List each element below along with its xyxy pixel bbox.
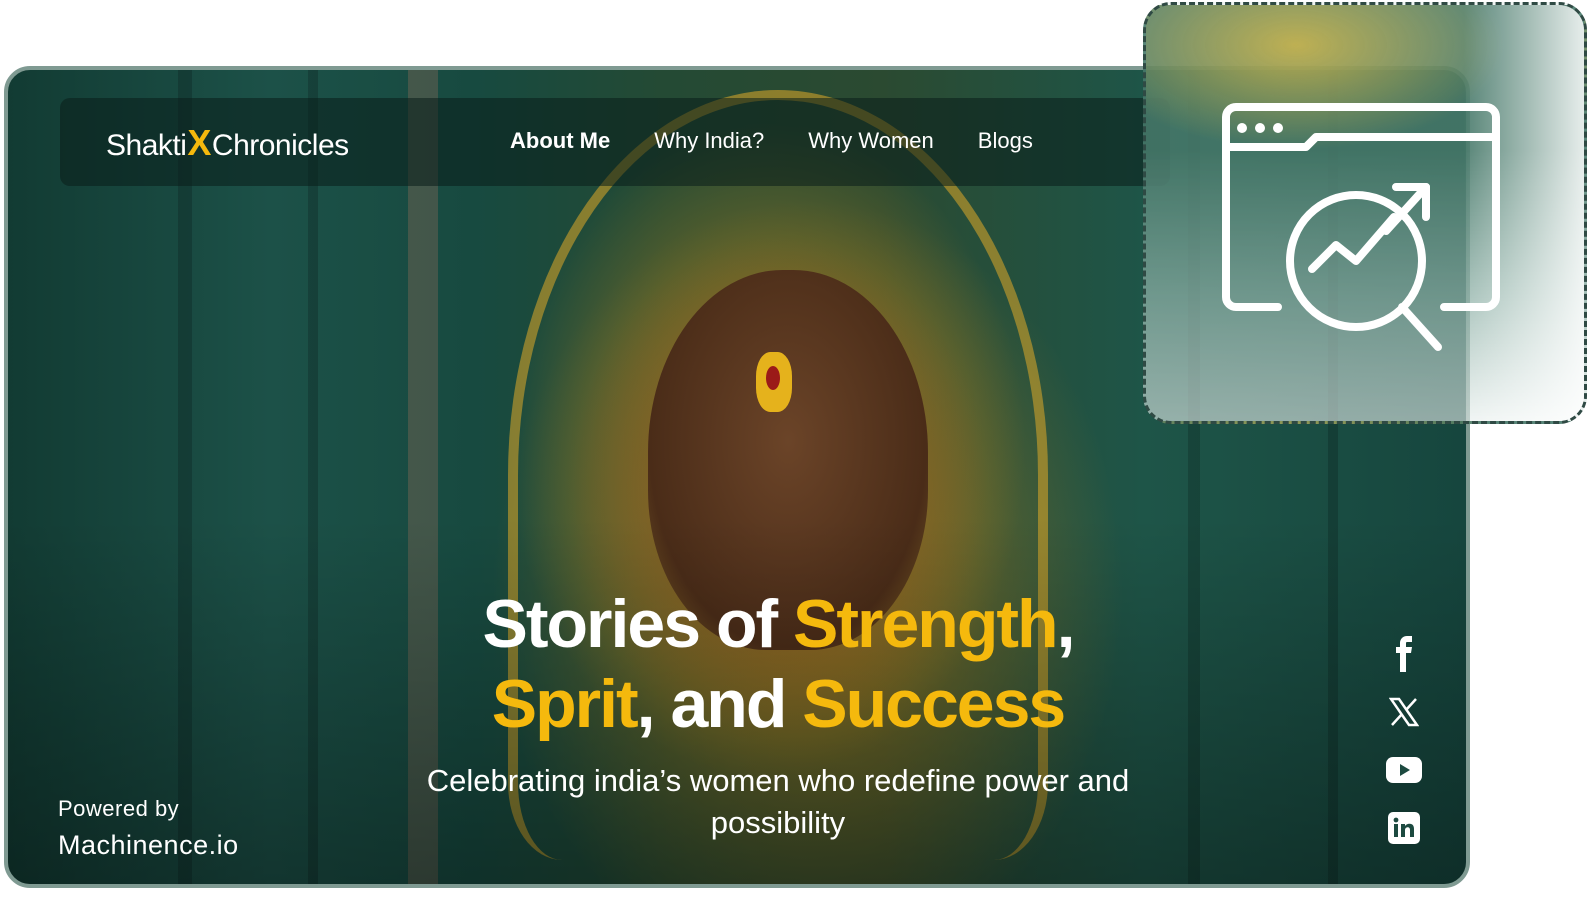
social-links xyxy=(1386,636,1422,868)
browser-analytics-search-icon xyxy=(1222,103,1500,351)
hero-title-accent-success: Success xyxy=(802,666,1066,742)
logo-x-mark: X xyxy=(187,122,211,163)
hero-title-white-1: Stories of xyxy=(482,586,794,662)
nav-about-me[interactable]: About Me xyxy=(510,128,610,154)
facebook-icon[interactable] xyxy=(1386,636,1422,672)
linkedin-icon[interactable] xyxy=(1386,810,1422,846)
nav-why-india[interactable]: Why India? xyxy=(654,128,764,154)
youtube-icon[interactable] xyxy=(1386,752,1422,788)
powered-by-brand[interactable]: Machinence.io xyxy=(58,830,239,861)
analytics-feature-panel xyxy=(1143,2,1587,424)
logo-text-left: Shakti xyxy=(106,129,187,162)
hero-title-white-2: , and xyxy=(636,666,803,742)
site-logo[interactable]: ShaktiXChronicles xyxy=(106,122,349,164)
hero-title-line-1: Stories of Strength, xyxy=(298,584,1258,664)
nav-why-women[interactable]: Why Women xyxy=(808,128,934,154)
nav-links: About Me Why India? Why Women Blogs xyxy=(510,128,1033,154)
powered-by-label: Powered by xyxy=(58,796,180,821)
top-navbar: ShaktiXChronicles About Me Why India? Wh… xyxy=(60,98,1170,186)
hero-title-comma: , xyxy=(1056,586,1076,662)
hero-title: Stories of Strength, Sprit, and Success xyxy=(298,584,1258,744)
logo-text-right: Chronicles xyxy=(211,129,349,162)
x-twitter-icon[interactable] xyxy=(1386,694,1422,730)
nav-blogs[interactable]: Blogs xyxy=(978,128,1033,154)
hero-title-accent-strength: Strength xyxy=(793,586,1059,662)
hero-title-accent-sprit: Sprit xyxy=(491,666,639,742)
hero-title-line-2: Sprit, and Success xyxy=(298,664,1258,744)
hero-subtitle: Celebrating india’s women who redefine p… xyxy=(426,763,1130,840)
powered-by: Powered by Machinence.io xyxy=(58,796,239,861)
